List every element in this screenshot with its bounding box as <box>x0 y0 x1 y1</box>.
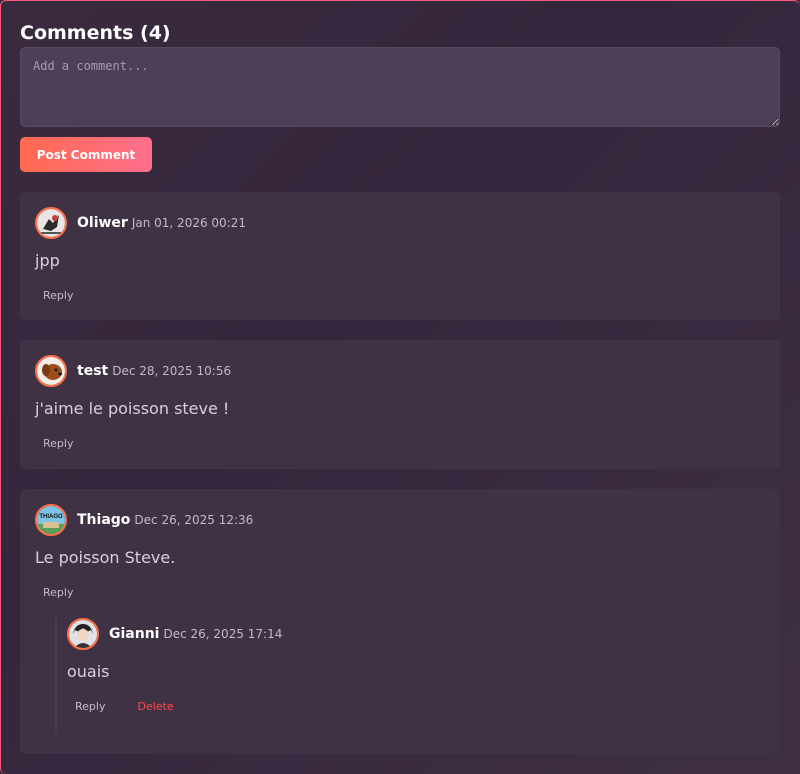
oliwer-avatar-image <box>37 209 65 237</box>
avatar: THIAGO <box>35 504 67 536</box>
comment-header: THIAGO Thiago Dec 26, 2025 12:36 <box>35 504 765 536</box>
reply-actions: Reply Delete <box>67 694 765 718</box>
dog-avatar-image <box>37 357 65 385</box>
reply-text: ouais <box>67 662 110 681</box>
reply-button[interactable]: Reply <box>35 582 81 603</box>
comment-text: j'aime le poisson steve ! <box>35 399 230 418</box>
comment-author[interactable]: Thiago <box>77 512 130 528</box>
thiago-avatar-image: THIAGO <box>37 506 65 534</box>
avatar <box>35 207 67 239</box>
comment-card: test Dec 28, 2025 10:56 j'aime le poisso… <box>20 340 780 469</box>
avatar <box>35 355 67 387</box>
comment-actions: Reply <box>35 431 765 455</box>
comment-actions: Reply <box>35 580 765 604</box>
comment-card: Oliwer Jan 01, 2026 00:21 jpp Reply <box>20 192 780 320</box>
reply-button[interactable]: Reply <box>35 285 81 306</box>
comment-header: test Dec 28, 2025 10:56 <box>35 355 765 387</box>
comment-text: jpp <box>35 251 60 270</box>
comment-text: Le poisson Steve. <box>35 548 176 567</box>
nested-reply: Gianni Dec 26, 2025 17:14 ouais Reply De… <box>55 618 765 732</box>
comment-date: Jan 01, 2026 00:21 <box>131 216 246 230</box>
delete-button[interactable]: Delete <box>129 696 181 717</box>
comment-input[interactable] <box>20 47 780 127</box>
reply-button[interactable]: Reply <box>35 433 81 454</box>
gianni-avatar-image <box>69 620 97 648</box>
comments-title: Comments (4) <box>20 22 171 44</box>
comment-header: Oliwer Jan 01, 2026 00:21 <box>35 207 765 239</box>
thiago-avatar-text: THIAGO <box>39 514 63 520</box>
avatar <box>67 618 99 650</box>
comment-author[interactable]: test <box>77 363 108 379</box>
comments-section: Comments (4) Post Comment Oliwer Jan 01,… <box>20 20 780 754</box>
comment-card: THIAGO Thiago Dec 26, 2025 12:36 Le pois… <box>20 489 780 754</box>
comment-actions: Reply <box>35 283 765 307</box>
post-comment-button[interactable]: Post Comment <box>20 137 152 172</box>
reply-author[interactable]: Gianni <box>109 626 159 642</box>
comment-date: Dec 28, 2025 10:56 <box>112 364 232 378</box>
comment-date: Dec 26, 2025 12:36 <box>134 513 254 527</box>
reply-date: Dec 26, 2025 17:14 <box>163 627 283 641</box>
reply-header: Gianni Dec 26, 2025 17:14 <box>67 618 765 650</box>
reply-button[interactable]: Reply <box>67 696 113 717</box>
comment-author[interactable]: Oliwer <box>77 215 128 231</box>
